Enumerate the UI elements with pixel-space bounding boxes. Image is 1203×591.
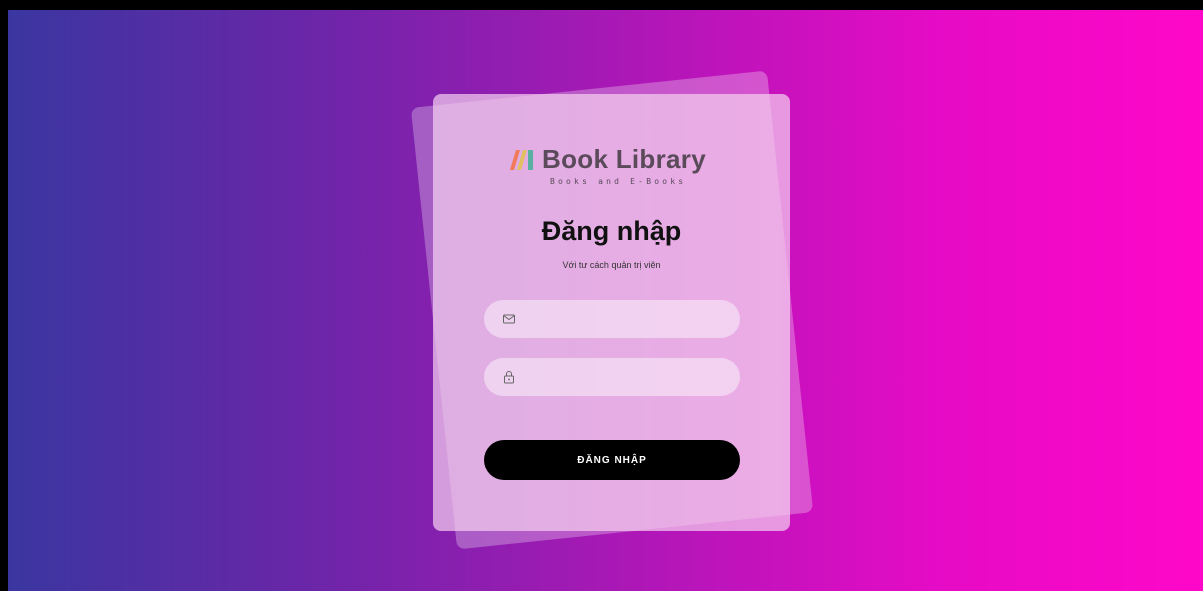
page-title: Đăng nhập (541, 216, 682, 246)
book-library-logo: Book Library Books and E-Books (508, 144, 718, 188)
lock-icon (504, 371, 514, 384)
login-button[interactable]: ĐĂNG NHẬP (484, 440, 740, 480)
login-card: Book Library Books and E-Books Đăng nhập… (433, 94, 790, 531)
page-subtitle: Với tư cách quản trị viên (562, 260, 661, 270)
mail-icon (503, 314, 515, 324)
password-input[interactable] (528, 358, 732, 398)
email-field[interactable] (484, 300, 740, 340)
password-field[interactable] (484, 358, 740, 398)
book-spines-icon (510, 150, 533, 170)
logo-subtitle: Books and E-Books (550, 177, 687, 186)
logo-title: Book Library (542, 144, 706, 174)
email-input[interactable] (528, 300, 732, 340)
gradient-background: Book Library Books and E-Books Đăng nhập… (8, 10, 1203, 591)
